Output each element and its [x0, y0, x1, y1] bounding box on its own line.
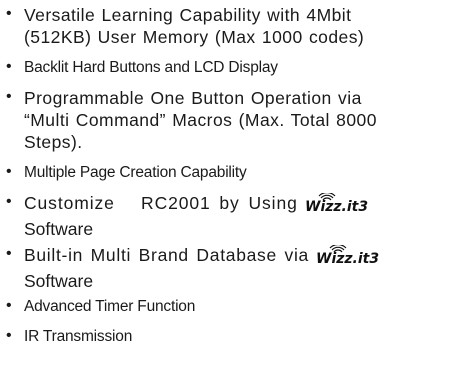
wizz-it3-logo: Wizz.it3	[304, 192, 370, 218]
bullet: •	[6, 193, 12, 210]
list-item-line: IR Transmission	[24, 328, 133, 345]
bullet: •	[6, 245, 12, 262]
list-item-text: Customize RC2001 by Using Wizz.it3 Softwa…	[24, 192, 449, 240]
list-item-line: Software	[24, 219, 94, 239]
list-item-text: Built-in Multi Brand Database via Wizz.it…	[24, 244, 449, 292]
svg-text:Wizz.it3: Wizz.it3	[316, 251, 379, 265]
bullet: •	[6, 88, 12, 105]
wizz-it3-logo: Wizz.it3	[315, 244, 381, 270]
list-item-line: Customize RC2001 by Using Wizz.it3	[24, 192, 449, 218]
list-item-line: Programmable One Button Operation via	[24, 88, 362, 108]
bullet: •	[6, 163, 12, 180]
list-item-line-text: Built-in Multi Brand Database via	[24, 245, 309, 265]
list-item-line: Steps).	[24, 132, 83, 152]
bullet: •	[6, 327, 12, 344]
list-item-line: “Multi Command” Macros (Max. Total 8000	[24, 110, 377, 130]
list-item-text: IR Transmission	[24, 326, 449, 348]
list-item-line: Multiple Page Creation Capability	[24, 164, 247, 181]
list-item-text: Advanced Timer Function	[24, 296, 449, 318]
svg-text:Wizz.it3: Wizz.it3	[305, 199, 368, 213]
list-item-text: Programmable One Button Operation via “M…	[24, 87, 449, 153]
list-item-text: Multiple Page Creation Capability	[24, 162, 449, 184]
list-item-line-text: Customize RC2001 by Using	[24, 193, 298, 213]
list-item-line: Versatile Learning Capability with 4Mbit	[24, 5, 352, 25]
list-item-text: Versatile Learning Capability with 4Mbit…	[24, 4, 449, 48]
wizz-it3-logo-graphic: Wizz.it3	[305, 192, 368, 215]
list-item-text: Backlit Hard Buttons and LCD Display	[24, 57, 449, 79]
list-item-line: Software	[24, 271, 94, 291]
bullet: •	[6, 5, 12, 22]
list-item-line: Backlit Hard Buttons and LCD Display	[24, 59, 278, 76]
bullet: •	[6, 58, 12, 75]
bullet: •	[6, 297, 12, 314]
list-item-line: Built-in Multi Brand Database via Wizz.it…	[24, 244, 449, 270]
wizz-it3-logo-graphic: Wizz.it3	[316, 244, 379, 267]
list-item-line: Advanced Timer Function	[24, 298, 196, 315]
list-item-line: (512KB) User Memory (Max 1000 codes)	[24, 27, 365, 47]
